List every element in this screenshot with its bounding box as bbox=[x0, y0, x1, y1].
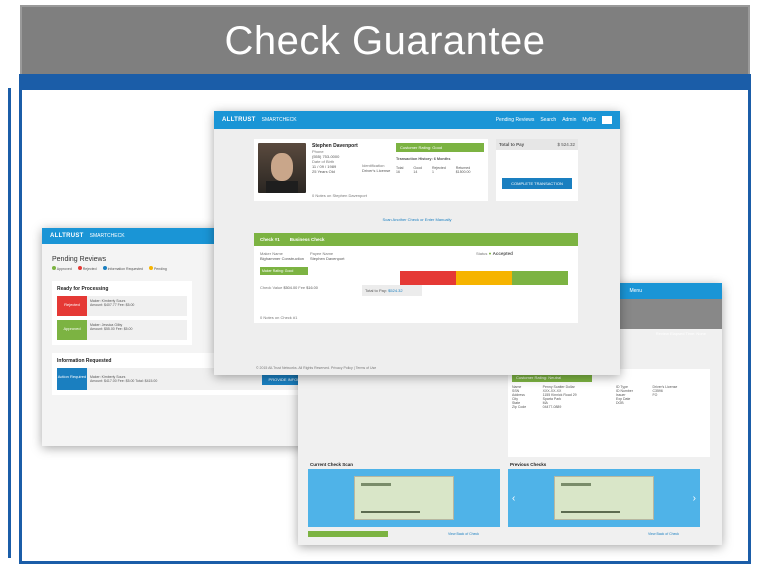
main-product: SMARTCHECK bbox=[261, 117, 297, 123]
customer-id-type: Driver's License bbox=[362, 168, 391, 173]
check-value: $504.00 bbox=[283, 286, 298, 290]
check-total-box: Total to Pay: $524.32 bbox=[362, 285, 422, 296]
main-footer: © 2015 All-Trust Networks. All Rights Re… bbox=[256, 366, 377, 370]
nav-admin[interactable]: Admin bbox=[562, 117, 576, 123]
previous-checks-label: Previous Checks bbox=[510, 462, 547, 467]
slide-title: Check Guarantee bbox=[224, 18, 546, 63]
left-product: SMARTCHECK bbox=[89, 233, 125, 239]
nav-pending[interactable]: Pending Reviews bbox=[496, 117, 535, 123]
total-amount: $ 524.32 bbox=[557, 142, 575, 147]
legend-pending: Pending bbox=[148, 266, 167, 271]
nav-mybiz[interactable]: MyBiz bbox=[582, 117, 596, 123]
check-image bbox=[554, 476, 654, 520]
check-payee: Stephen Davenport bbox=[310, 256, 345, 261]
view-back-link-2[interactable]: View Back of Check bbox=[648, 532, 679, 536]
legend-info: Information Requested bbox=[102, 266, 143, 271]
customer-fields-table: Name Penny Scatter Dollar ID Type Driver's … bbox=[512, 385, 706, 409]
status-action: Action Required bbox=[57, 368, 87, 390]
check-total: $524.32 bbox=[388, 288, 403, 293]
history-stats: Total 16 Good 14 Rejected 1 Returned $1500.0… bbox=[396, 166, 471, 174]
check-status-value: Accepted bbox=[492, 251, 513, 256]
view-back-link[interactable]: View Back of Check bbox=[448, 532, 479, 536]
left-logo: ALLTRUST bbox=[50, 233, 84, 239]
check-type: Business Check bbox=[289, 237, 325, 242]
table-row: Zip Code 04477-0889 bbox=[512, 405, 562, 409]
maker-rating-badge: Maker Rating: Good bbox=[260, 267, 308, 275]
current-scan-box bbox=[308, 469, 500, 527]
main-logo: ALLTRUST bbox=[222, 117, 256, 123]
status-rejected: Rejected bbox=[57, 296, 87, 316]
check-card: Check #1 Business Check Maker Name Bigha… bbox=[254, 233, 578, 323]
total-card: Total to Pay $ 524.32 COMPLETE TRANSACTI… bbox=[496, 139, 578, 201]
status-approved: Approved bbox=[57, 320, 87, 340]
customer-photo bbox=[258, 143, 306, 193]
legend-approved: Approved bbox=[52, 266, 72, 271]
scan-status-bar bbox=[308, 531, 388, 537]
nav-search[interactable]: Search bbox=[540, 117, 556, 123]
customer-info-box: Customer Rating: Neutral Name Penny Scatt… bbox=[508, 369, 710, 457]
customer-notes[interactable]: 0 Notes on Stephen Davenport bbox=[312, 193, 367, 198]
prev-arrow-icon[interactable]: ‹ bbox=[512, 493, 515, 504]
menu-button[interactable]: Menu bbox=[629, 288, 642, 294]
ready-section: Ready for Processing Rejected Maker: Kim… bbox=[52, 281, 192, 345]
review-item-approved[interactable]: Approved Maker: Jessica Gilby Amount: $5… bbox=[57, 320, 187, 340]
item-amount: $55.00 bbox=[104, 327, 115, 331]
legend-rejected: Rejected bbox=[77, 266, 97, 271]
check-fee: $16.00 bbox=[306, 286, 318, 290]
scan-another-link[interactable]: Scan Another Check or Enter Manually bbox=[214, 217, 620, 222]
total-label: Total to Pay bbox=[499, 142, 525, 147]
customer-card: Stephen Davenport Phone (555) 753-0000 D… bbox=[254, 139, 488, 201]
check-status: Status ● Accepted bbox=[476, 251, 513, 256]
review-item-rejected[interactable]: Rejected Maker: Kimberly Sours Amount: $… bbox=[57, 296, 187, 316]
main-header: ALLTRUST SMARTCHECK Pending Reviews Sear… bbox=[214, 111, 620, 129]
previous-checks-box: ‹ › bbox=[508, 469, 700, 527]
ready-title: Ready for Processing bbox=[57, 286, 109, 292]
left-edge-line bbox=[8, 88, 11, 558]
transaction-history: Transaction History: 6 Months bbox=[396, 157, 451, 161]
check-image bbox=[354, 476, 454, 520]
check-maker: Bighammer Construction bbox=[260, 256, 305, 261]
review-time: Review Elapsed Time: None bbox=[655, 331, 706, 336]
complete-transaction-button[interactable]: COMPLETE TRANSACTION bbox=[502, 178, 572, 189]
customer-age: 25 Years Old bbox=[312, 169, 335, 174]
smartcheck-main-panel: ALLTRUST SMARTCHECK Pending Reviews Sear… bbox=[214, 111, 620, 375]
check-values: Check Value $504.00 Fee $16.00 bbox=[260, 285, 318, 290]
user-avatar[interactable] bbox=[602, 116, 612, 124]
current-scan-label: Current Check Scan bbox=[310, 462, 354, 467]
check-notes[interactable]: 0 Notes on Check #1 bbox=[260, 315, 297, 320]
slide-title-bar: Check Guarantee bbox=[20, 5, 750, 77]
check-tab-bar: Check #1 Business Check bbox=[254, 233, 578, 246]
item-amount: $407.77 bbox=[104, 303, 117, 307]
next-arrow-icon[interactable]: › bbox=[693, 493, 696, 504]
customer-rating-badge: Customer Rating: Good bbox=[396, 143, 484, 152]
check-tab[interactable]: Check #1 bbox=[260, 237, 280, 242]
risk-meter bbox=[400, 271, 568, 285]
